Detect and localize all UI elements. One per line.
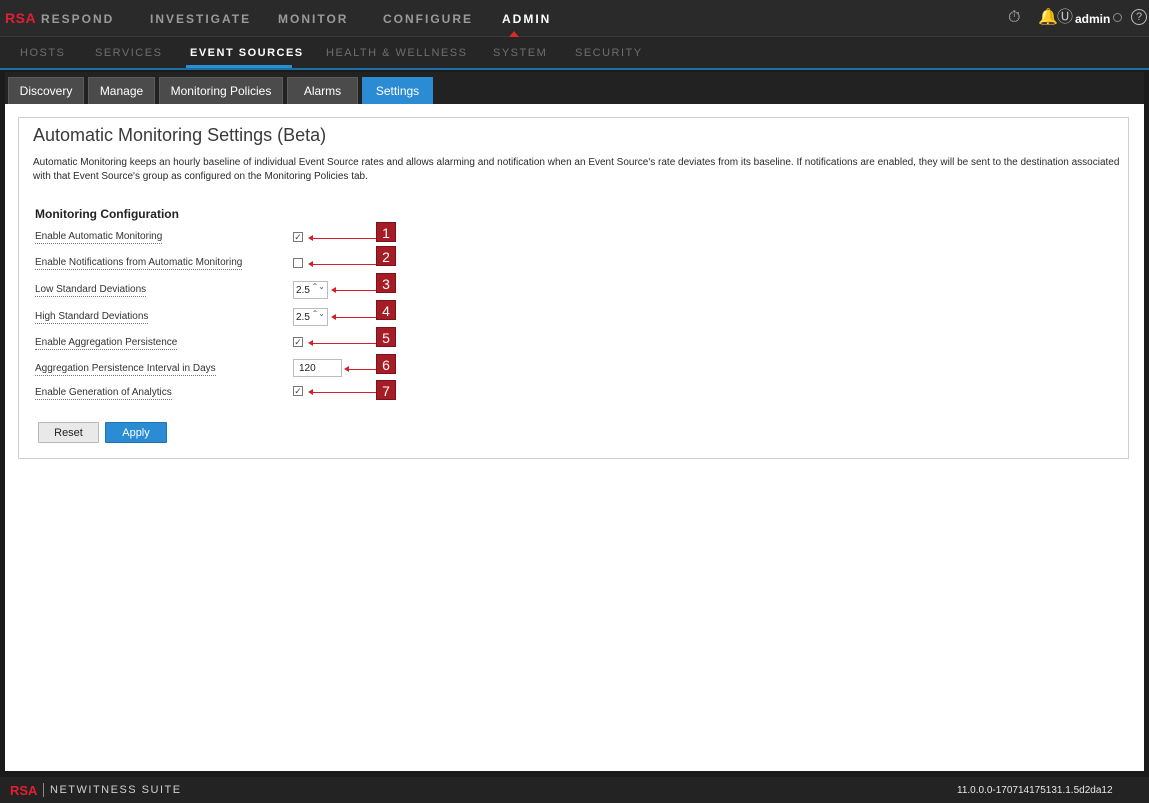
spinner-low-standard-deviations[interactable]: 2.5 ⌃⌄	[293, 281, 328, 299]
top-nav-bar: RSA RESPOND INVESTIGATE MONITOR CONFIGUR…	[0, 0, 1149, 37]
callout-badge-1: 1	[376, 222, 396, 242]
reset-button[interactable]: Reset	[38, 422, 99, 443]
topnav-monitor[interactable]: MONITOR	[278, 12, 348, 26]
callout-badge-7: 7	[376, 380, 396, 400]
section-title: Monitoring Configuration	[35, 207, 179, 221]
callout-badge-3: 3	[376, 273, 396, 293]
checkbox-enable-notifications[interactable]	[293, 258, 303, 268]
callout-arrowhead-7	[308, 389, 313, 395]
spinner-high-standard-deviations[interactable]: 2.5 ⌃⌄	[293, 308, 328, 326]
checkbox-enable-aggregation-persistence[interactable]: ✓	[293, 337, 303, 347]
footer-divider	[43, 783, 44, 797]
subnav-security[interactable]: SECURITY	[575, 47, 643, 59]
callout-arrowhead-5	[308, 340, 313, 346]
footer-rsa-logo: RSA	[10, 783, 38, 798]
topnav-admin[interactable]: ADMIN	[502, 12, 551, 26]
user-icon[interactable]: Ⓤ	[1057, 9, 1073, 27]
callout-arrowhead-6	[344, 366, 349, 372]
footer-suite-name: NETWITNESS SUITE	[50, 784, 182, 796]
help-icon[interactable]: ?	[1131, 9, 1147, 25]
subnav-health-wellness[interactable]: HEALTH & WELLNESS	[326, 47, 467, 59]
callout-arrow-7	[311, 392, 376, 393]
subnav-event-sources[interactable]: EVENT SOURCES	[190, 47, 304, 59]
rsa-logo: RSA	[5, 10, 37, 26]
user-menu-icon[interactable]	[1113, 13, 1122, 22]
label-enable-notifications: Enable Notifications from Automatic Moni…	[35, 257, 243, 270]
subnav-hosts[interactable]: HOSTS	[20, 47, 65, 59]
content-panel: Automatic Monitoring Settings (Beta) Aut…	[5, 104, 1144, 771]
callout-arrow-5	[311, 343, 376, 344]
callout-arrow-4	[334, 317, 376, 318]
apply-button[interactable]: Apply	[105, 422, 167, 443]
label-enable-automatic-monitoring: Enable Automatic Monitoring	[35, 231, 163, 244]
user-name[interactable]: admin	[1075, 12, 1110, 26]
tab-settings[interactable]: Settings	[362, 77, 433, 104]
subnav-system[interactable]: SYSTEM	[493, 47, 547, 59]
footer-version: 11.0.0.0-170714175131.1.5d2da12	[957, 785, 1113, 796]
callout-badge-4: 4	[376, 300, 396, 320]
footer-bar: RSA NETWITNESS SUITE 11.0.0.0-1707141751…	[0, 777, 1149, 803]
settings-card: Automatic Monitoring Settings (Beta) Aut…	[18, 117, 1129, 459]
callout-arrowhead-3	[331, 287, 336, 293]
callout-arrowhead-2	[308, 261, 313, 267]
topnav-respond[interactable]: RESPOND	[41, 12, 114, 26]
topnav-configure[interactable]: CONFIGURE	[383, 12, 473, 26]
active-subnav-underline	[186, 65, 292, 68]
sub-nav-bar: HOSTS SERVICES EVENT SOURCES HEALTH & WE…	[0, 37, 1149, 70]
label-aggregation-interval-days: Aggregation Persistence Interval in Days	[35, 363, 216, 376]
bell-icon[interactable]: 🔔	[1038, 9, 1058, 27]
spinner-low-value: 2.5	[296, 285, 310, 296]
tab-monitoring-policies[interactable]: Monitoring Policies	[159, 77, 283, 104]
callout-arrowhead-1	[308, 235, 313, 241]
label-enable-aggregation-persistence: Enable Aggregation Persistence	[35, 337, 178, 350]
settings-description: Automatic Monitoring keeps an hourly bas…	[33, 157, 1120, 182]
spinner-updown-icon[interactable]: ⌃⌄	[312, 283, 325, 291]
label-high-standard-deviations: High Standard Deviations	[35, 311, 149, 324]
callout-arrow-6	[347, 369, 376, 370]
page-title: Automatic Monitoring Settings (Beta)	[33, 125, 327, 145]
callout-arrow-3	[334, 290, 376, 291]
subnav-services[interactable]: SERVICES	[95, 47, 162, 59]
callout-badge-6: 6	[376, 354, 396, 374]
tab-bar: Discovery Manage Monitoring Policies Ala…	[5, 72, 1144, 104]
tab-manage[interactable]: Manage	[88, 77, 155, 104]
stopwatch-icon[interactable]: ⏱	[1008, 9, 1020, 27]
label-low-standard-deviations: Low Standard Deviations	[35, 284, 147, 297]
tab-alarms[interactable]: Alarms	[287, 77, 358, 104]
spinner-updown-icon[interactable]: ⌃⌄	[312, 310, 325, 318]
label-enable-generation-of-analytics: Enable Generation of Analytics	[35, 387, 172, 400]
callout-arrow-1	[311, 238, 376, 239]
callout-badge-2: 2	[376, 246, 396, 266]
callout-arrow-2	[311, 264, 376, 265]
checkbox-enable-generation-of-analytics[interactable]: ✓	[293, 386, 303, 396]
tab-discovery[interactable]: Discovery	[8, 77, 84, 104]
app-window: RSA RESPOND INVESTIGATE MONITOR CONFIGUR…	[0, 0, 1149, 803]
topnav-investigate[interactable]: INVESTIGATE	[150, 12, 251, 26]
spinner-high-value: 2.5	[296, 312, 310, 323]
callout-arrowhead-4	[331, 314, 336, 320]
callout-badge-5: 5	[376, 327, 396, 347]
input-aggregation-interval-days[interactable]: 120	[293, 359, 342, 377]
checkbox-enable-automatic-monitoring[interactable]: ✓	[293, 232, 303, 242]
